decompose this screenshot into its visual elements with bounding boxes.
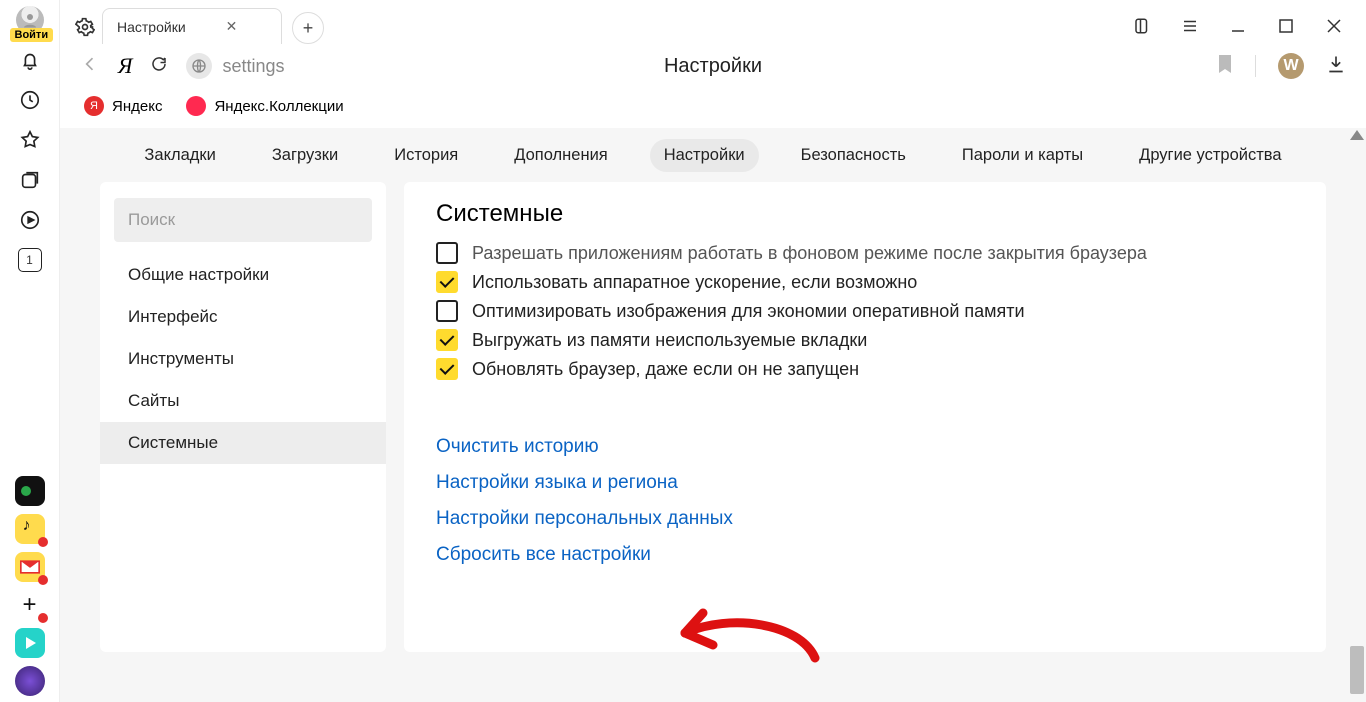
minimize-icon[interactable] <box>1226 14 1250 38</box>
sidenav-general[interactable]: Общие настройки <box>100 254 386 296</box>
close-window-icon[interactable] <box>1322 14 1346 38</box>
settings-search-input[interactable]: Поиск <box>114 198 372 242</box>
page-title: Настройки <box>664 55 762 78</box>
bookmarks-bar: Я Яндекс Яндекс.Коллекции <box>60 88 1366 124</box>
topnav-passwords[interactable]: Пароли и карты <box>948 139 1097 172</box>
tab-settings[interactable]: Настройки ✕ <box>102 8 282 44</box>
option-optimize-images[interactable]: Оптимизировать изображения для экономии … <box>436 300 1294 322</box>
settings-side-nav: Поиск Общие настройки Интерфейс Инструме… <box>100 182 386 652</box>
checkbox-icon[interactable] <box>436 242 458 264</box>
scroll-up-icon[interactable] <box>1350 130 1364 140</box>
maximize-icon[interactable] <box>1274 14 1298 38</box>
tab-strip: Настройки ✕ + <box>60 0 1366 44</box>
separator <box>1255 55 1256 77</box>
option-background-apps[interactable]: Разрешать приложениям работать в фоновом… <box>436 242 1294 264</box>
yandex-logo-icon[interactable]: Я <box>118 53 132 79</box>
back-icon[interactable] <box>80 54 100 79</box>
downloads-icon[interactable] <box>1326 54 1346 79</box>
sidenav-sites[interactable]: Сайты <box>100 380 386 422</box>
checkbox-icon[interactable] <box>436 358 458 380</box>
menu-icon[interactable] <box>1178 14 1202 38</box>
option-hw-accel[interactable]: Использовать аппаратное ускорение, если … <box>436 271 1294 293</box>
app-kinopoisk[interactable] <box>15 628 45 658</box>
settings-gear-icon[interactable] <box>68 10 102 44</box>
collections-icon[interactable] <box>10 160 50 200</box>
reload-icon[interactable] <box>150 55 168 78</box>
url-field[interactable]: settings <box>186 53 284 79</box>
history-icon[interactable] <box>10 80 50 120</box>
option-label: Разрешать приложениям работать в фоновом… <box>472 243 1147 264</box>
browser-left-sidebar: Войти 1 + <box>0 0 60 702</box>
option-label: Обновлять браузер, даже если он не запущ… <box>472 359 859 380</box>
extension-w-icon[interactable]: W <box>1278 53 1304 79</box>
notifications-icon[interactable] <box>10 40 50 80</box>
topnav-history[interactable]: История <box>380 139 472 172</box>
bookmark-label: Яндекс.Коллекции <box>214 98 343 115</box>
link-reset-all[interactable]: Сбросить все настройки <box>436 544 1294 566</box>
option-label: Оптимизировать изображения для экономии … <box>472 301 1025 322</box>
sidenav-system[interactable]: Системные <box>100 422 386 464</box>
sidenav-tools[interactable]: Инструменты <box>100 338 386 380</box>
checkbox-icon[interactable] <box>436 300 458 322</box>
link-clear-history[interactable]: Очистить историю <box>436 436 1294 458</box>
collections-favicon <box>186 96 206 116</box>
settings-page: Закладки Загрузки История Дополнения Нас… <box>60 128 1366 702</box>
sidenav-interface[interactable]: Интерфейс <box>100 296 386 338</box>
option-label: Выгружать из памяти неиспользуемые вклад… <box>472 330 867 351</box>
topnav-bookmarks[interactable]: Закладки <box>130 139 229 172</box>
link-language-region[interactable]: Настройки языка и региона <box>436 472 1294 494</box>
profile-button[interactable]: Войти <box>16 6 44 34</box>
app-music[interactable] <box>15 514 45 544</box>
topnav-downloads[interactable]: Загрузки <box>258 139 352 172</box>
login-badge[interactable]: Войти <box>10 28 54 42</box>
option-auto-update[interactable]: Обновлять браузер, даже если он не запущ… <box>436 358 1294 380</box>
app-alisa[interactable] <box>15 666 45 696</box>
yandex-icon: Я <box>84 96 104 116</box>
app-camera[interactable] <box>15 476 45 506</box>
tab-close-icon[interactable]: ✕ <box>226 18 238 35</box>
url-text: settings <box>222 56 284 77</box>
app-mail[interactable] <box>15 552 45 582</box>
new-tab-button[interactable]: + <box>292 12 324 44</box>
video-icon[interactable] <box>10 200 50 240</box>
checkbox-icon[interactable] <box>436 271 458 293</box>
address-bar: Я settings Настройки W <box>60 44 1366 88</box>
settings-main-panel: Системные Разрешать приложениям работать… <box>404 182 1326 652</box>
checkbox-icon[interactable] <box>436 329 458 351</box>
section-title: Системные <box>436 200 1294 228</box>
bookmark-yandex[interactable]: Я Яндекс <box>84 96 162 116</box>
option-label: Использовать аппаратное ускорение, если … <box>472 272 917 293</box>
topnav-settings[interactable]: Настройки <box>650 139 759 172</box>
sidebar-toggle-icon[interactable] <box>1130 14 1154 38</box>
scrollbar-thumb[interactable] <box>1350 646 1364 694</box>
app-add[interactable]: + <box>15 590 45 620</box>
bookmark-icon[interactable] <box>1217 54 1233 79</box>
topnav-security[interactable]: Безопасность <box>787 139 920 172</box>
topnav-addons[interactable]: Дополнения <box>500 139 621 172</box>
bookmark-label: Яндекс <box>112 98 162 115</box>
window-controls <box>1130 14 1366 44</box>
bookmark-collections[interactable]: Яндекс.Коллекции <box>186 96 343 116</box>
settings-top-nav: Закладки Загрузки История Дополнения Нас… <box>60 128 1366 182</box>
tab-count-badge[interactable]: 1 <box>10 240 50 280</box>
action-links: Очистить историю Настройки языка и регио… <box>436 436 1294 566</box>
pinned-apps: + <box>15 476 45 702</box>
favorites-icon[interactable] <box>10 120 50 160</box>
tab-title: Настройки <box>117 19 186 35</box>
browser-chrome: Настройки ✕ + Я settings Настройки W Я Ян… <box>60 0 1366 124</box>
option-unload-tabs[interactable]: Выгружать из памяти неиспользуемые вклад… <box>436 329 1294 351</box>
site-icon <box>186 53 212 79</box>
topnav-devices[interactable]: Другие устройства <box>1125 139 1295 172</box>
link-personal-data[interactable]: Настройки персональных данных <box>436 508 1294 530</box>
